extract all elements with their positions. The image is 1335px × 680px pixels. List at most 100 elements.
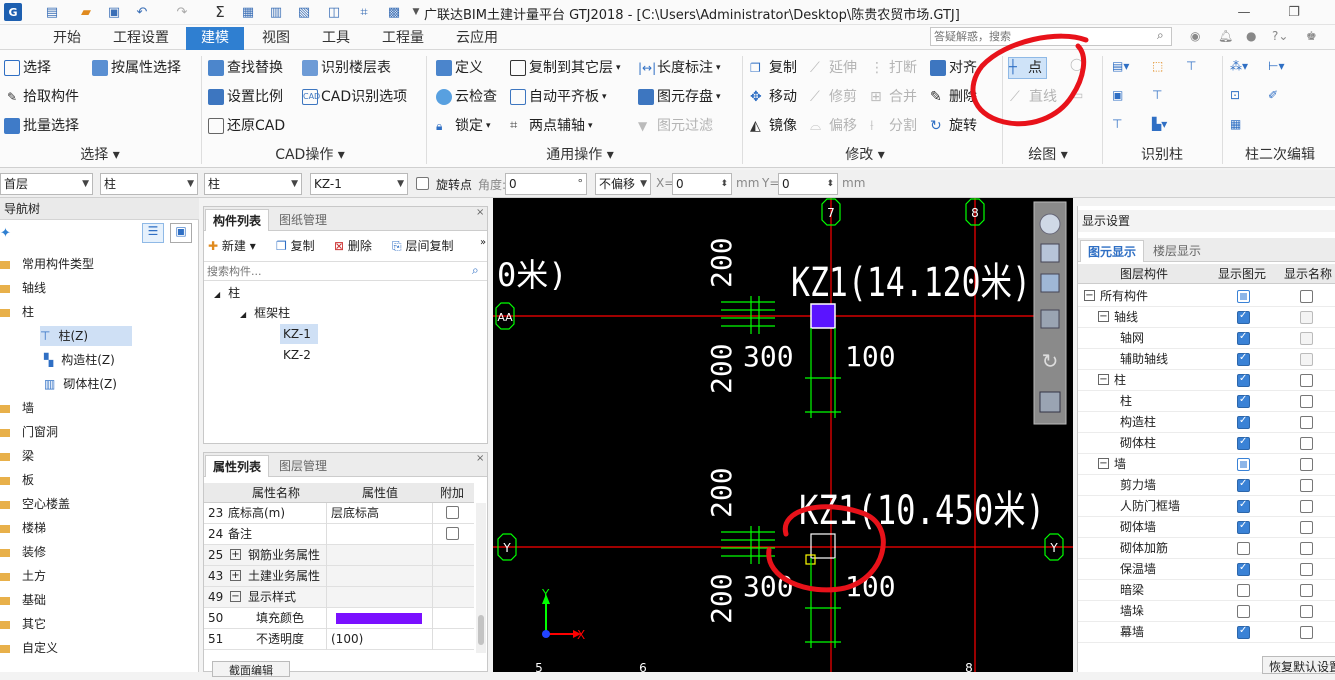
save-icon[interactable]: ▣ (106, 4, 122, 20)
copy-member-button[interactable]: ❐ 复制 (276, 237, 315, 254)
show-element-checkbox[interactable] (1237, 290, 1250, 303)
section-edit-button[interactable]: 截面编辑 (212, 661, 290, 677)
show-element-checkbox[interactable] (1237, 478, 1250, 492)
orbit-icon[interactable] (1039, 213, 1061, 235)
show-name-checkbox[interactable] (1300, 395, 1313, 408)
nav-item-door-window[interactable]: 门窗洞 (0, 422, 58, 442)
tab-layer-management[interactable]: 图层管理 (272, 455, 334, 477)
show-element-checkbox[interactable] (1237, 415, 1250, 429)
show-element-checkbox[interactable] (1237, 520, 1250, 534)
tab-start[interactable]: 开始 (42, 27, 92, 50)
fill-color-swatch[interactable] (336, 613, 422, 624)
restore-cad-button[interactable]: 还原CAD (208, 115, 285, 137)
search-icon[interactable]: ⌕ (1157, 28, 1164, 43)
show-name-checkbox[interactable] (1300, 458, 1313, 471)
shirt-icon[interactable]: ♚ (1306, 29, 1317, 43)
collapse-icon[interactable]: − (230, 591, 241, 602)
show-name-checkbox[interactable] (1300, 332, 1313, 345)
nav-item-common[interactable]: 常用构件类型 (0, 254, 94, 274)
group-draw[interactable]: 绘图 ▾ (1008, 144, 1088, 166)
save-element-button[interactable]: 图元存盘 ▾ (638, 86, 721, 108)
column-edit-a-icon[interactable]: ⁂▾ (1230, 59, 1248, 73)
tab-tools[interactable]: 工具 (308, 27, 364, 50)
calc-icon[interactable]: ▧ (296, 4, 312, 20)
show-element-checkbox[interactable] (1237, 436, 1250, 450)
set-scale-button[interactable]: 设置比例 (208, 86, 283, 108)
element-filter-button[interactable]: ▼ 图元过滤 (638, 115, 713, 137)
quick-access-dropdown-icon[interactable]: ▼ (408, 4, 424, 20)
show-name-checkbox[interactable] (1300, 479, 1313, 492)
additional-checkbox[interactable] (446, 527, 459, 540)
column-edit-c-icon[interactable]: ⊡ (1230, 88, 1240, 102)
nav-item-hollow-floor[interactable]: 空心楼盖 (0, 494, 70, 514)
tree-root[interactable]: ◢ 柱 (214, 283, 240, 303)
recognize-floor-table-button[interactable]: 识别楼层表 (302, 57, 391, 79)
offset-button[interactable]: ⌓ 偏移 (810, 115, 857, 137)
angle-input[interactable]: 0 ° (505, 173, 587, 195)
move-button[interactable]: ✥ 移动 (750, 86, 797, 108)
collapse-icon[interactable]: − (1098, 374, 1109, 385)
show-name-checkbox[interactable] (1300, 374, 1313, 387)
group-select[interactable]: 选择 ▾ (40, 144, 160, 166)
collapse-icon[interactable]: − (1098, 311, 1109, 322)
two-point-axis-button[interactable]: ⌗ 两点辅轴 ▾ (510, 115, 593, 137)
copy-between-floors-button[interactable]: ⎘ 层间复制 (392, 237, 453, 254)
show-name-checkbox[interactable] (1300, 542, 1313, 555)
new-button[interactable]: ✚ 新建 ▾ (208, 237, 256, 254)
define-button[interactable]: 定义 (436, 57, 483, 79)
auto-align-slab-button[interactable]: 自动平齐板 ▾ (510, 86, 607, 108)
tab-floor-display[interactable]: 楼层显示 (1146, 240, 1208, 262)
tab-component-list[interactable]: 构件列表 (205, 209, 270, 231)
nav-item-decoration[interactable]: 装修 (0, 542, 46, 562)
bell-icon[interactable]: 🔔︎ (1218, 29, 1233, 43)
offset-select[interactable]: 不偏移 ▼ (595, 173, 651, 195)
select-by-attr-button[interactable]: 按属性选择 (92, 57, 181, 79)
show-name-checkbox[interactable] (1300, 437, 1313, 450)
property-row[interactable]: 23 底标高(m) 层底标高 (204, 503, 474, 524)
help-icon[interactable]: ?⌄ (1272, 29, 1288, 43)
show-element-checkbox[interactable] (1237, 584, 1250, 597)
property-value[interactable] (326, 545, 432, 566)
show-name-checkbox[interactable] (1300, 353, 1313, 366)
expand-icon[interactable]: + (230, 570, 241, 581)
top-view-icon[interactable] (1040, 273, 1060, 293)
nav-item-slab[interactable]: 板 (0, 470, 34, 490)
nav-item-earthwork[interactable]: 土方 (0, 566, 46, 586)
property-row[interactable]: 24 备注 (204, 524, 474, 545)
show-element-checkbox[interactable] (1237, 542, 1250, 555)
sum-icon[interactable]: Σ (212, 3, 228, 21)
minimize-icon[interactable]: — (1236, 4, 1252, 20)
property-value[interactable] (326, 587, 432, 608)
additional-checkbox[interactable] (446, 506, 459, 519)
group-cad[interactable]: CAD操作 ▾ (250, 144, 370, 166)
check-icon[interactable]: ▙▾ (1152, 117, 1167, 131)
mirror-button[interactable]: ◭ 镜像 (750, 115, 797, 137)
recognize-edge-icon[interactable]: ⬚ (1152, 59, 1163, 73)
show-element-checkbox[interactable] (1237, 605, 1250, 618)
show-name-checkbox[interactable] (1300, 416, 1313, 429)
y-input[interactable]: 0 ⬍ (778, 173, 838, 195)
close-icon[interactable]: × (476, 207, 484, 218)
open-folder-icon[interactable]: ▰ (78, 4, 94, 20)
show-name-checkbox[interactable] (1300, 290, 1313, 303)
column-edit-b-icon[interactable]: ⊢▾ (1268, 59, 1284, 73)
view-report-icon[interactable]: ▥ (268, 4, 284, 20)
property-value[interactable] (326, 566, 432, 587)
show-name-checkbox[interactable] (1300, 521, 1313, 534)
3d-view-icon[interactable] (1040, 243, 1060, 263)
show-name-checkbox[interactable] (1300, 563, 1313, 576)
restore-icon[interactable]: ❐ (1286, 4, 1302, 20)
rotate-view-icon[interactable]: ↻ (1042, 349, 1059, 373)
tree-group[interactable]: ◢ 框架柱 (240, 303, 290, 323)
member-select[interactable]: KZ-1 ▼ (310, 173, 408, 195)
show-name-checkbox[interactable] (1300, 311, 1313, 324)
select-button[interactable]: 选择 (4, 57, 51, 79)
collapse-icon[interactable]: − (1084, 290, 1095, 301)
auto-recognize-icon[interactable]: ⊤ (1152, 88, 1162, 102)
nav-item-column[interactable]: 柱 (0, 302, 34, 322)
show-name-checkbox[interactable] (1300, 500, 1313, 513)
chat-icon[interactable]: ● (1246, 29, 1256, 43)
split-button[interactable]: ⟊ 分割 (870, 115, 917, 137)
tab-modeling[interactable]: 建模 (186, 27, 244, 50)
lock-button[interactable]: 🔒︎ 锁定 ▾ (436, 115, 491, 137)
